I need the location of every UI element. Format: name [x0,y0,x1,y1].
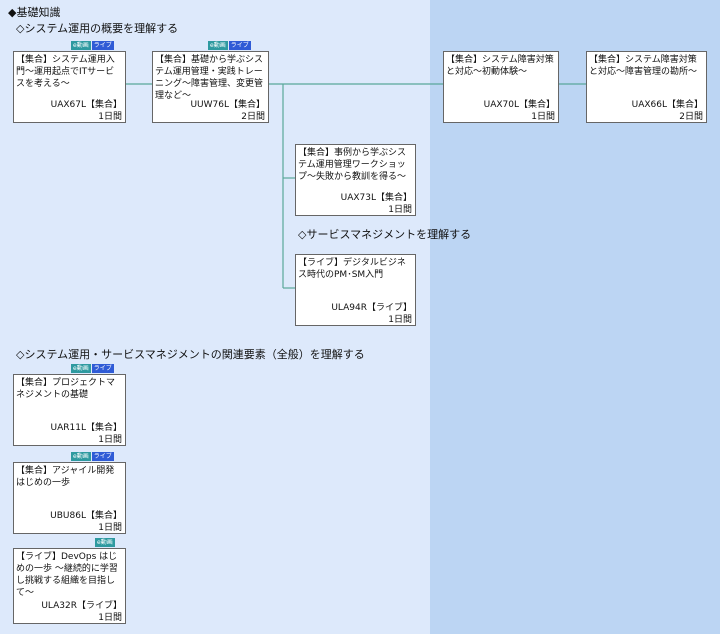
course-card-uax66l[interactable]: 【集合】システム障害対策と対応〜障害管理の勘所〜 UAX66L【集合】 2日間 [586,51,707,123]
course-duration: 1日間 [98,112,122,122]
course-duration: 2日間 [241,112,265,122]
course-card-uax73l[interactable]: 【集合】事例から学ぶシステム運用管理ワークショップ〜失敗から教訓を得る〜 UAX… [295,144,416,216]
course-title: 【集合】システム障害対策と対応〜障害管理の勘所〜 [589,55,698,77]
course-code: UBU86L【集合】 [50,511,122,521]
course-title: 【集合】プロジェクトマネジメントの基礎 [16,378,116,400]
course-card-uax67l[interactable]: 【集合】システム運用入門〜運用起点でITサービスを考える〜 UAX67L【集合】… [13,51,126,123]
course-code: UAX73L【集合】 [340,193,412,203]
course-title: 【ライブ】デジタルビジネス時代のPM･SM入門 [298,258,406,280]
course-card-ula32r[interactable]: 【ライブ】DevOps はじめの一歩 〜継続的に学習し挑戦する組織を目指して〜 … [13,548,126,624]
course-duration: 1日間 [98,613,122,623]
edouga-badge: e動画 [95,538,115,547]
course-title: 【集合】システム運用入門〜運用起点でITサービスを考える〜 [16,55,115,89]
course-duration: 1日間 [98,435,122,445]
course-card-uax70l[interactable]: 【集合】システム障害対策と対応〜初動体験〜 UAX70L【集合】 1日間 [443,51,559,123]
course-card-uuw76l[interactable]: 【集合】基礎から学ぶシステム運用管理・実践トレーニング〜障害管理、変更管理など〜… [152,51,269,123]
badges-uar11l: e動画 ライブ [71,364,114,373]
live-badge: ライブ [228,41,251,50]
course-title: 【集合】事例から学ぶシステム運用管理ワークショップ〜失敗から教訓を得る〜 [298,148,407,182]
course-card-uar11l[interactable]: 【集合】プロジェクトマネジメントの基礎 UAR11L【集合】 1日間 [13,374,126,446]
course-code: ULA94R【ライブ】 [331,303,412,313]
course-title: 【集合】システム障害対策と対応〜初動体験〜 [446,55,554,77]
section-title: ◆基礎知識 [8,6,61,19]
course-code: UAX66L【集合】 [631,100,703,110]
heading-related-elements: ◇システム運用・サービスマネジメントの関連要素（全般）を理解する [16,348,365,361]
course-duration: 1日間 [388,315,412,325]
course-card-ula94r[interactable]: 【ライブ】デジタルビジネス時代のPM･SM入門 ULA94R【ライブ】 1日間 [295,254,416,326]
course-title: 【集合】基礎から学ぶシステム運用管理・実践トレーニング〜障害管理、変更管理など〜 [155,55,264,101]
course-code: UAR11L【集合】 [50,423,122,433]
course-title: 【集合】アジャイル開発はじめの一歩 [16,466,115,488]
live-badge: ライブ [91,41,114,50]
live-badge: ライブ [91,452,114,461]
edouga-badge: e動画 [71,364,91,373]
badges-ula32r: e動画 [95,538,115,547]
course-duration: 1日間 [98,523,122,533]
course-code: ULA32R【ライブ】 [41,601,122,611]
heading-overview: ◇システム運用の概要を理解する [16,22,179,35]
course-duration: 1日間 [388,205,412,215]
course-code: UAX67L【集合】 [50,100,122,110]
badges-ubu86l: e動画 ライブ [71,452,114,461]
edouga-badge: e動画 [71,41,91,50]
badges-uuw76l: e動画 ライブ [208,41,251,50]
badges-uax67l: e動画 ライブ [71,41,114,50]
course-duration: 1日間 [531,112,555,122]
course-code: UAX70L【集合】 [483,100,555,110]
edouga-badge: e動画 [71,452,91,461]
edouga-badge: e動画 [208,41,228,50]
course-duration: 2日間 [679,112,703,122]
course-card-ubu86l[interactable]: 【集合】アジャイル開発はじめの一歩 UBU86L【集合】 1日間 [13,462,126,534]
heading-service-management: ◇サービスマネジメントを理解する [298,228,472,241]
live-badge: ライブ [91,364,114,373]
course-title: 【ライブ】DevOps はじめの一歩 〜継続的に学習し挑戦する組織を目指して〜 [16,552,118,598]
course-code: UUW76L【集合】 [190,100,265,110]
